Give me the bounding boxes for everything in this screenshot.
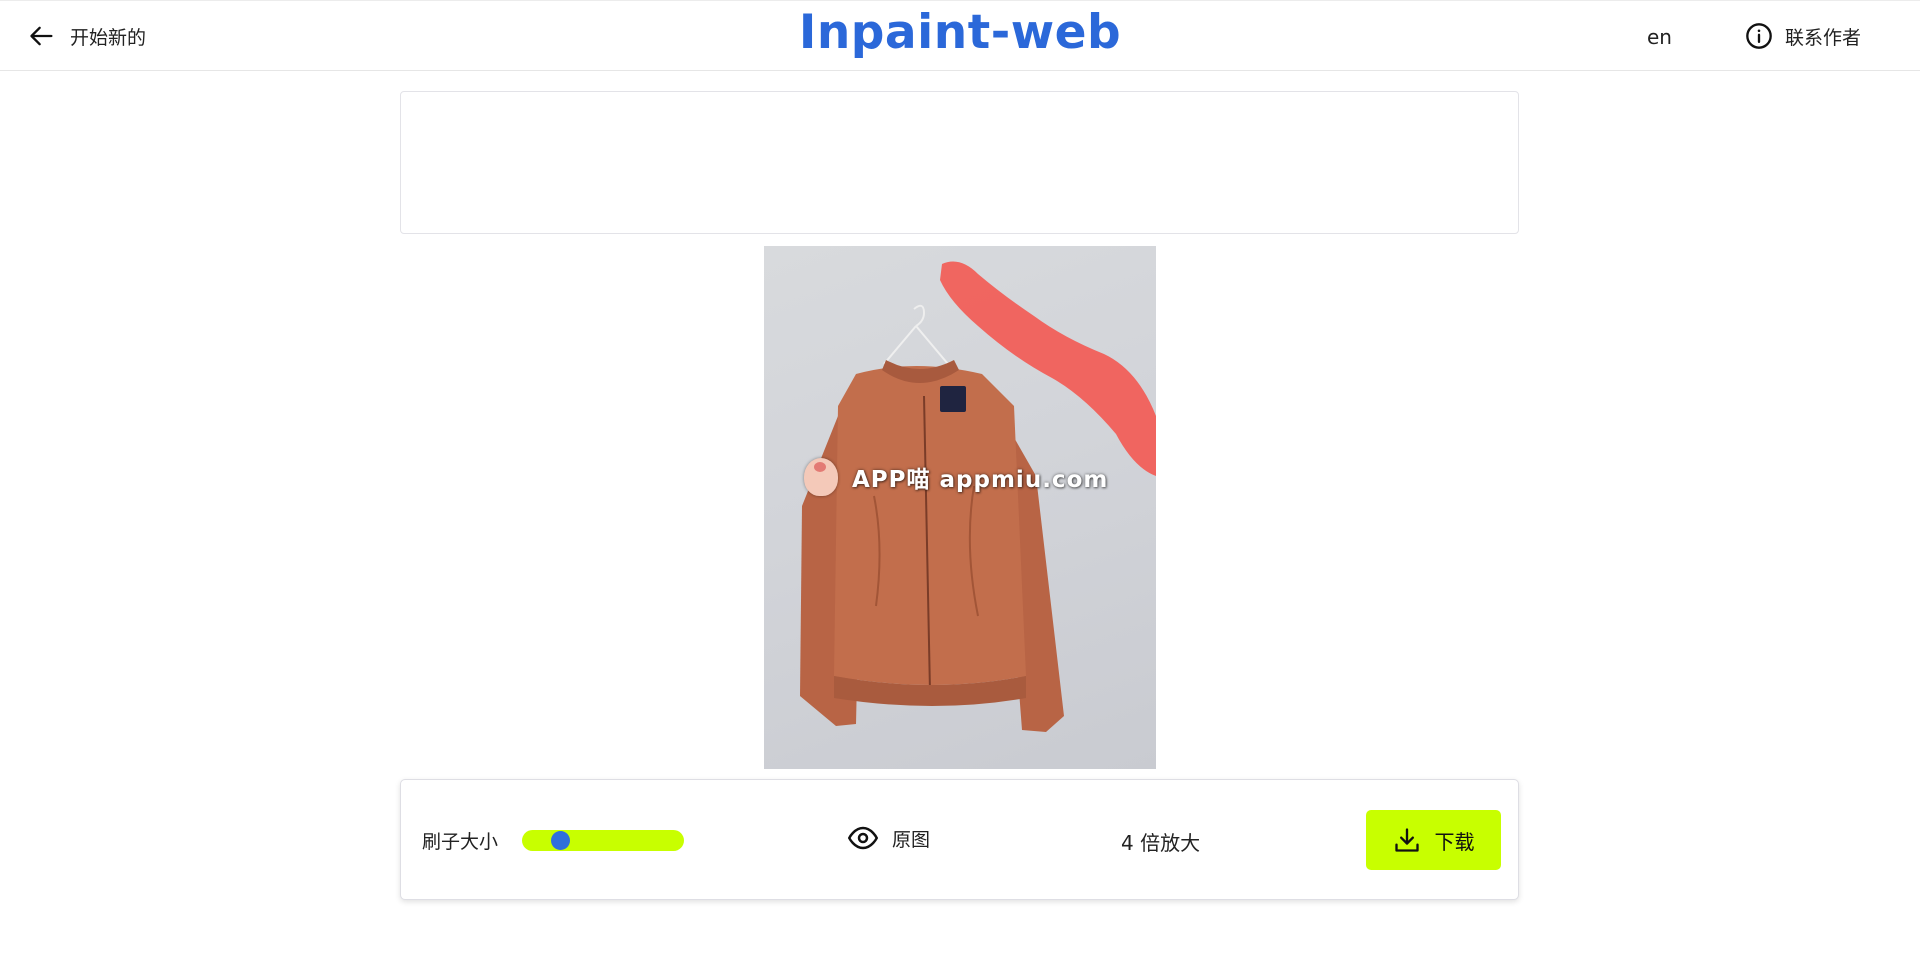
prompt-panel [400,91,1519,234]
upscale-4x-button[interactable]: 4 倍放大 [1121,827,1200,856]
app-header: 开始新的 Inpaint-web en 联系作者 [0,0,1920,71]
show-original-label: 原图 [892,828,931,851]
brush-size-label: 刷子大小 [422,831,499,853]
paw-logo-icon [804,458,838,496]
watermark: APP喵 appmiu.com [804,458,1108,496]
jacket-photo [800,261,1156,732]
contact-author-button[interactable]: 联系作者 [1745,22,1861,50]
brush-size-slider[interactable] [522,830,684,851]
editing-canvas[interactable]: APP喵 appmiu.com [764,246,1156,769]
contact-author-label: 联系作者 [1785,26,1862,49]
show-original-button[interactable]: 原图 [848,823,930,853]
watermark-text: APP喵 appmiu.com [852,467,1109,493]
info-icon [1746,23,1772,49]
download-icon [1394,828,1419,852]
page-title: Inpaint-web [798,5,1122,60]
language-toggle[interactable]: en [1647,25,1672,49]
download-label: 下载 [1434,829,1475,854]
download-button[interactable]: 下载 [1366,810,1501,870]
editor-toolbar: 刷子大小 原图 4 倍放大 下载 [400,779,1519,900]
eye-icon [848,826,878,850]
slider-thumb[interactable] [551,831,570,850]
